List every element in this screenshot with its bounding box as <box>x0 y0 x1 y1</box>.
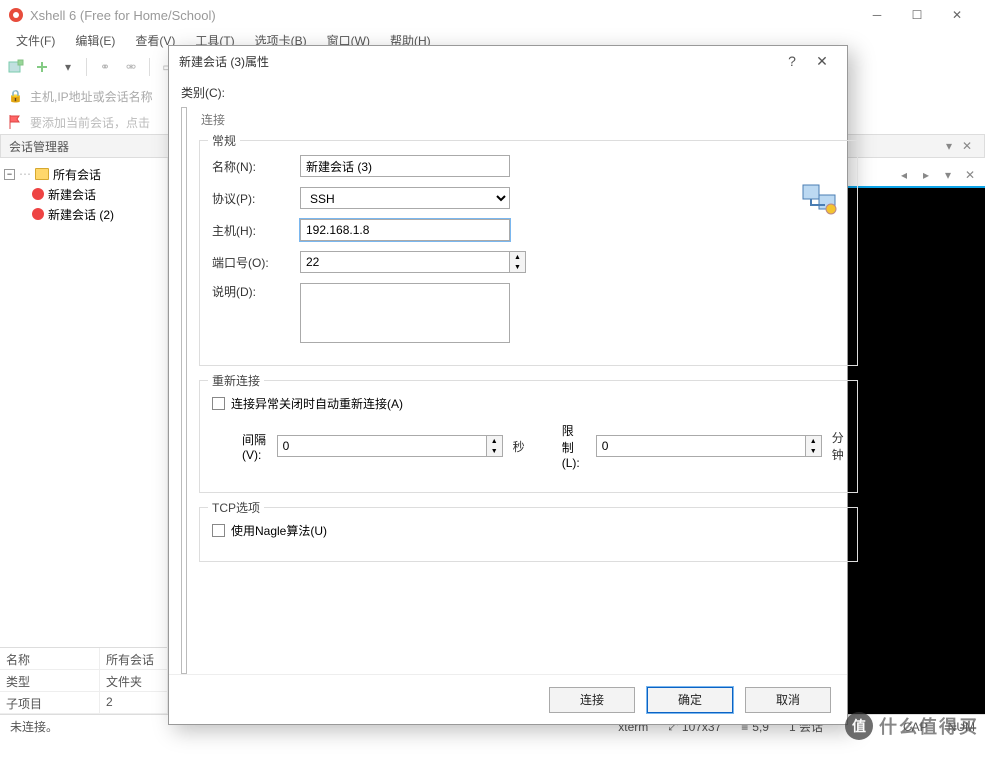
menu-edit[interactable]: 编辑(E) <box>65 30 125 52</box>
port-stepper[interactable]: ▲▼ <box>300 251 526 273</box>
category-node[interactable]: -⋯用户身份验证 <box>184 132 187 152</box>
minimize-button[interactable]: ─ <box>857 0 897 30</box>
session-manager: − ⋯ 所有会话 新建会话 新建会话 (2) 名称所有会话 类型文件夹 子项目2 <box>0 158 168 714</box>
category-node[interactable]: -⋯SSH <box>184 192 187 212</box>
category-node[interactable]: ⋯RLOGIN <box>184 292 187 312</box>
session-root[interactable]: − ⋯ 所有会话 <box>4 164 163 184</box>
category-node[interactable]: ⋯键盘 <box>184 392 187 412</box>
address-placeholder[interactable]: 主机,IP地址或会话名称 <box>30 88 153 105</box>
status-connection: 未连接。 <box>10 718 58 735</box>
tab-close-icon[interactable]: ✕ <box>959 164 981 186</box>
category-node[interactable]: ⋯ZMODEM <box>184 632 187 652</box>
folder-icon <box>35 168 49 180</box>
category-node[interactable]: -⋯外观 <box>184 452 186 472</box>
fieldset-general: 常规 名称(N): 协议(P): SSH 主机(H): <box>199 140 858 366</box>
category-node[interactable]: ⋯跟踪 <box>184 532 187 552</box>
category-node[interactable]: ⋯VT 模式 <box>184 412 187 432</box>
category-node[interactable]: -⋯文件传输 <box>184 592 186 612</box>
tab-prev-icon[interactable]: ◂ <box>893 164 915 186</box>
category-node[interactable]: ⋯登录提示符 <box>184 152 187 172</box>
tab-menu-icon[interactable]: ▾ <box>937 164 959 186</box>
watermark-badge: 值 <box>845 712 873 740</box>
category-node[interactable]: ⋯代理 <box>184 332 187 352</box>
category-node[interactable]: ⋯保持活动状态 <box>184 352 187 372</box>
description-input[interactable] <box>300 283 510 343</box>
dialog-help-button[interactable]: ? <box>777 46 807 76</box>
interval-stepper[interactable]: ▲▼ <box>277 435 503 457</box>
close-button[interactable]: ✕ <box>937 0 977 30</box>
category-node[interactable]: ⋯TELNET <box>184 272 187 292</box>
maximize-button[interactable]: ☐ <box>897 0 937 30</box>
ok-button[interactable]: 确定 <box>647 687 733 713</box>
expand-icon[interactable]: - <box>186 377 187 388</box>
category-node[interactable]: ⋯X/YMODEM <box>184 612 187 632</box>
expand-icon[interactable]: - <box>186 117 187 128</box>
category-node[interactable]: ⋯登录脚本 <box>184 172 187 192</box>
session-manager-title: 会话管理器 <box>9 138 69 155</box>
dialog-title: 新建会话 (3)属性 <box>179 53 777 70</box>
auto-reconnect-checkbox[interactable]: 连接异常关闭时自动重新连接(A) <box>212 395 403 412</box>
menu-file[interactable]: 文件(F) <box>6 30 65 52</box>
dialog-titlebar: 新建会话 (3)属性 ? ✕ <box>169 46 847 76</box>
category-node[interactable]: ⋯突出 <box>184 492 187 512</box>
host-input[interactable] <box>300 219 510 241</box>
section-heading: 连接 <box>199 107 858 140</box>
category-node[interactable]: ⋯日志记录 <box>184 572 187 592</box>
spin-down-icon[interactable]: ▼ <box>510 262 525 272</box>
category-node[interactable]: -⋯高级 <box>184 512 186 532</box>
flag-icon <box>8 114 24 130</box>
session-properties-dialog: 新建会话 (3)属性 ? ✕ 类别(C): -⋯连接-⋯用户身份验证⋯登录提示符… <box>168 45 848 725</box>
session-properties: 名称所有会话 类型文件夹 子项目2 <box>0 647 167 714</box>
connect-button[interactable]: 连接 <box>549 687 635 713</box>
spin-up-icon[interactable]: ▲ <box>510 252 525 262</box>
category-node[interactable]: ⋯SFTP <box>184 252 187 272</box>
category-node[interactable]: ⋯窗口 <box>184 472 187 492</box>
panel-close-icon[interactable]: ✕ <box>958 139 976 153</box>
session-tree: − ⋯ 所有会话 新建会话 新建会话 (2) <box>0 158 167 647</box>
link-icon[interactable]: ⚭ <box>95 57 115 77</box>
tab-next-icon[interactable]: ▸ <box>915 164 937 186</box>
nagle-checkbox[interactable]: 使用Nagle算法(U) <box>212 522 327 539</box>
category-tree[interactable]: -⋯连接-⋯用户身份验证⋯登录提示符⋯登录脚本-⋯SSH⋯安全性⋯隧道⋯SFTP… <box>181 107 187 674</box>
panel-dropdown-icon[interactable]: ▾ <box>940 139 958 153</box>
dialog-close-button[interactable]: ✕ <box>807 46 837 76</box>
category-label: 类别(C): <box>181 84 835 101</box>
connection-icon <box>801 179 837 215</box>
category-node[interactable]: ⋯高级 <box>184 432 187 452</box>
form-area: 连接 常规 名称(N): 协议(P): SSH 主机(H): <box>199 107 858 674</box>
category-node[interactable]: -⋯连接 <box>184 112 186 132</box>
session-item[interactable]: 新建会话 <box>4 184 163 204</box>
titlebar: Xshell 6 (Free for Home/School) ─ ☐ ✕ <box>0 0 985 30</box>
category-node[interactable]: ⋯SERIAL <box>184 312 187 332</box>
category-node[interactable]: ⋯隧道 <box>184 232 187 252</box>
expand-icon[interactable]: - <box>186 597 187 608</box>
protocol-select[interactable]: SSH <box>300 187 510 209</box>
fieldset-reconnect: 重新连接 连接异常关闭时自动重新连接(A) 间隔(V): ▲▼ 秒 <box>199 380 858 493</box>
session-icon <box>32 208 44 220</box>
collapse-icon[interactable]: − <box>4 169 15 180</box>
lock-icon: 🔒 <box>8 89 22 103</box>
window-title: Xshell 6 (Free for Home/School) <box>30 8 857 23</box>
dialog-buttons: 连接 确定 取消 <box>169 674 847 724</box>
expand-icon[interactable]: - <box>186 517 187 528</box>
session-item[interactable]: 新建会话 (2) <box>4 204 163 224</box>
new-session-icon[interactable] <box>6 57 26 77</box>
app-icon <box>8 7 24 23</box>
add-icon[interactable] <box>32 57 52 77</box>
unlink-icon[interactable]: ⚮ <box>121 57 141 77</box>
name-input[interactable] <box>300 155 510 177</box>
category-node[interactable]: ⋯响铃 <box>184 552 187 572</box>
watermark-text: 什么值得买 <box>879 713 979 739</box>
category-node[interactable]: -⋯终端 <box>184 372 186 392</box>
category-node[interactable]: ⋯安全性 <box>184 212 187 232</box>
cancel-button[interactable]: 取消 <box>745 687 831 713</box>
dropdown-arrow-icon[interactable]: ▾ <box>58 57 78 77</box>
expand-icon[interactable]: - <box>186 457 187 468</box>
bookmark-hint: 要添加当前会话，点击 <box>30 114 150 131</box>
session-icon <box>32 188 44 200</box>
limit-stepper[interactable]: ▲▼ <box>596 435 822 457</box>
watermark: 值 什么值得买 <box>845 712 979 740</box>
fieldset-tcp: TCP选项 使用Nagle算法(U) <box>199 507 858 562</box>
